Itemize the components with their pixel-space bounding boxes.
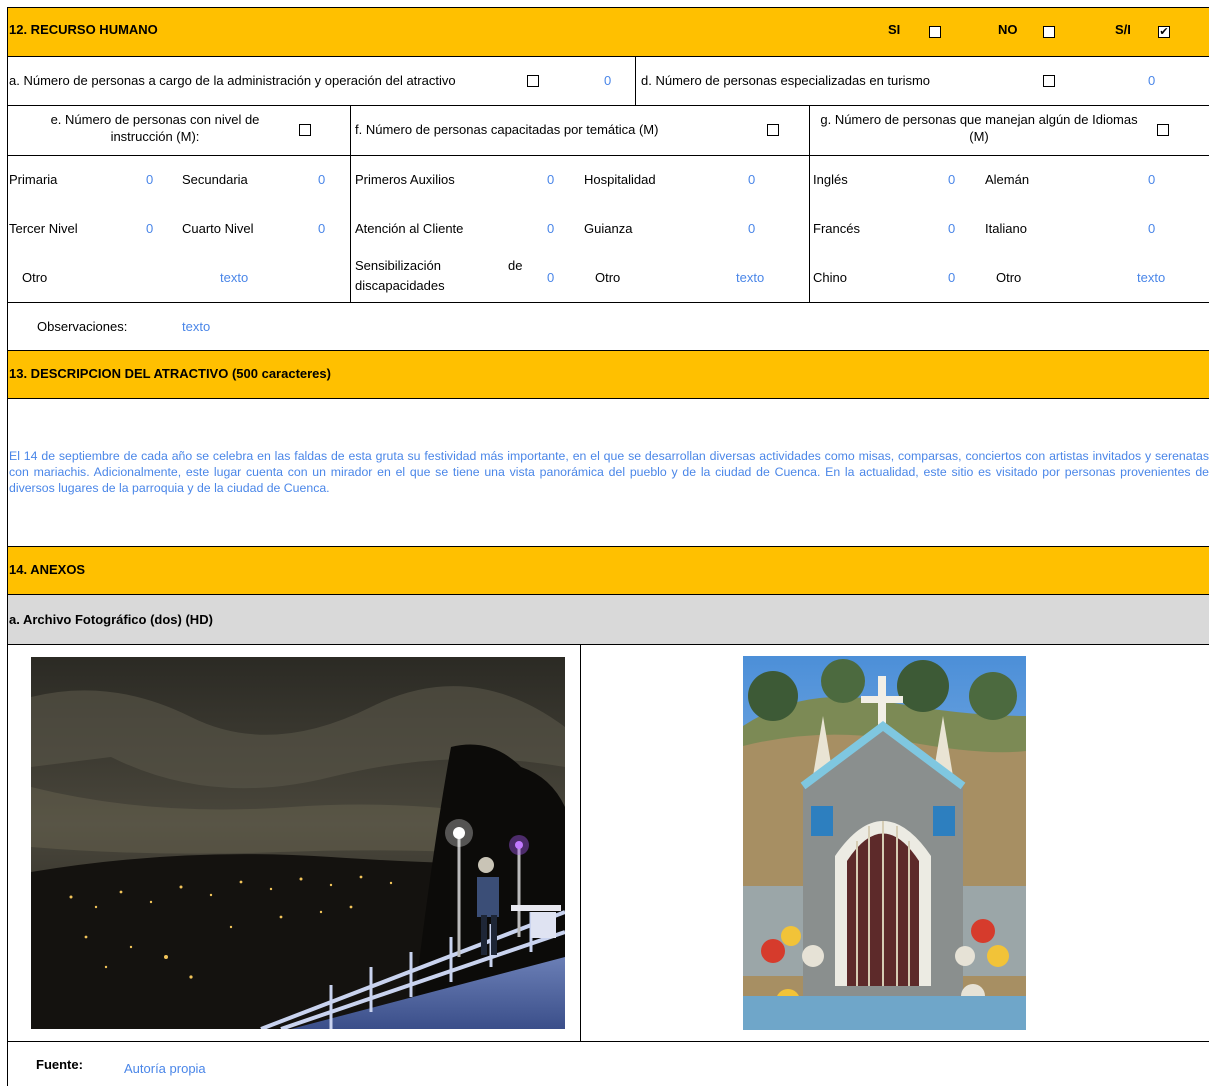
frances-label: Francés	[813, 221, 860, 236]
tercer-nivel-value: 0	[146, 221, 154, 236]
tercer-nivel-label: Tercer Nivel	[9, 221, 78, 236]
section-12-header	[7, 7, 1209, 56]
aleman-label: Alemán	[985, 172, 1030, 187]
primeros-auxilios-label: Primeros Auxilios	[355, 172, 455, 187]
fuente-label: Fuente:	[36, 1057, 83, 1072]
cuarto-nivel-label: Cuarto Nivel	[182, 221, 254, 236]
sensibilizacion-label-a: Sensibilización	[355, 258, 441, 273]
section-14-title: 14. ANEXOS	[9, 562, 86, 577]
section-14-header	[7, 547, 1209, 594]
row-a-checkbox[interactable]	[527, 75, 539, 87]
row-a-value: 0	[604, 73, 612, 88]
chino-label: Chino	[813, 270, 847, 285]
sensibilizacion-label-b: de	[508, 258, 523, 273]
idiomas-otro-value: texto	[1137, 270, 1166, 285]
archivo-fotografico-title: a. Archivo Fotográfico (dos) (HD)	[9, 612, 213, 627]
observaciones-value: texto	[182, 319, 211, 334]
primaria-label: Primaria	[9, 172, 58, 187]
fuente-value: Autoría propia	[124, 1061, 206, 1076]
instruccion-otro-value: texto	[220, 270, 249, 285]
header-e-checkbox[interactable]	[299, 124, 311, 136]
header-f: f. Número de personas capacitadas por te…	[355, 122, 659, 137]
ingles-label: Inglés	[813, 172, 848, 187]
italiano-label: Italiano	[985, 221, 1027, 236]
chino-value: 0	[948, 270, 956, 285]
no-checkbox[interactable]	[1043, 26, 1055, 38]
sn-label: S/I	[1115, 22, 1131, 37]
description-text: El 14 de septiembre de cada año se celeb…	[9, 449, 1209, 495]
header-g-checkbox[interactable]	[1157, 124, 1169, 136]
section-12-title: 12. RECURSO HUMANO	[9, 22, 158, 37]
tematica-otro-label: Otro	[595, 270, 621, 285]
tematica-otro-value: texto	[736, 270, 765, 285]
sn-checkbox[interactable]: ✔	[1158, 26, 1170, 38]
sensibilizacion-label-c: discapacidades	[355, 278, 445, 293]
idiomas-otro-label: Otro	[996, 270, 1022, 285]
secundaria-value: 0	[318, 172, 326, 187]
header-g: g. Número de personas que manejan algún …	[820, 112, 1138, 144]
sensibilizacion-value: 0	[547, 270, 555, 285]
photo-night-viewpoint	[31, 657, 565, 1029]
photo-grotto-shrine	[743, 656, 1026, 1030]
frances-value: 0	[948, 221, 956, 236]
primaria-value: 0	[146, 172, 154, 187]
italiano-value: 0	[1148, 221, 1156, 236]
hospitalidad-label: Hospitalidad	[584, 172, 656, 187]
ingles-value: 0	[948, 172, 956, 187]
row-d-label: d. Número de personas especializadas en …	[641, 73, 931, 88]
cuarto-nivel-value: 0	[318, 221, 326, 236]
instruccion-otro-label: Otro	[22, 270, 48, 285]
atencion-cliente-label: Atención al Cliente	[355, 221, 464, 236]
aleman-value: 0	[1148, 172, 1156, 187]
guianza-value: 0	[748, 221, 756, 236]
secundaria-label: Secundaria	[182, 172, 248, 187]
header-e: e. Número de personas con nivel de instr…	[50, 112, 260, 144]
section-13-title: 13. DESCRIPCION DEL ATRACTIVO (500 carac…	[9, 366, 331, 381]
row-d-value: 0	[1148, 73, 1156, 88]
row-d-checkbox[interactable]	[1043, 75, 1055, 87]
observaciones-label: Observaciones:	[37, 319, 128, 334]
header-f-checkbox[interactable]	[767, 124, 779, 136]
guianza-label: Guianza	[584, 221, 633, 236]
atencion-cliente-value: 0	[547, 221, 555, 236]
si-label: SI	[888, 22, 901, 37]
hospitalidad-value: 0	[748, 172, 756, 187]
si-checkbox[interactable]	[929, 26, 941, 38]
no-label: NO	[998, 22, 1018, 37]
row-a-label: a. Número de personas a cargo de la admi…	[9, 73, 456, 88]
primeros-auxilios-value: 0	[547, 172, 555, 187]
